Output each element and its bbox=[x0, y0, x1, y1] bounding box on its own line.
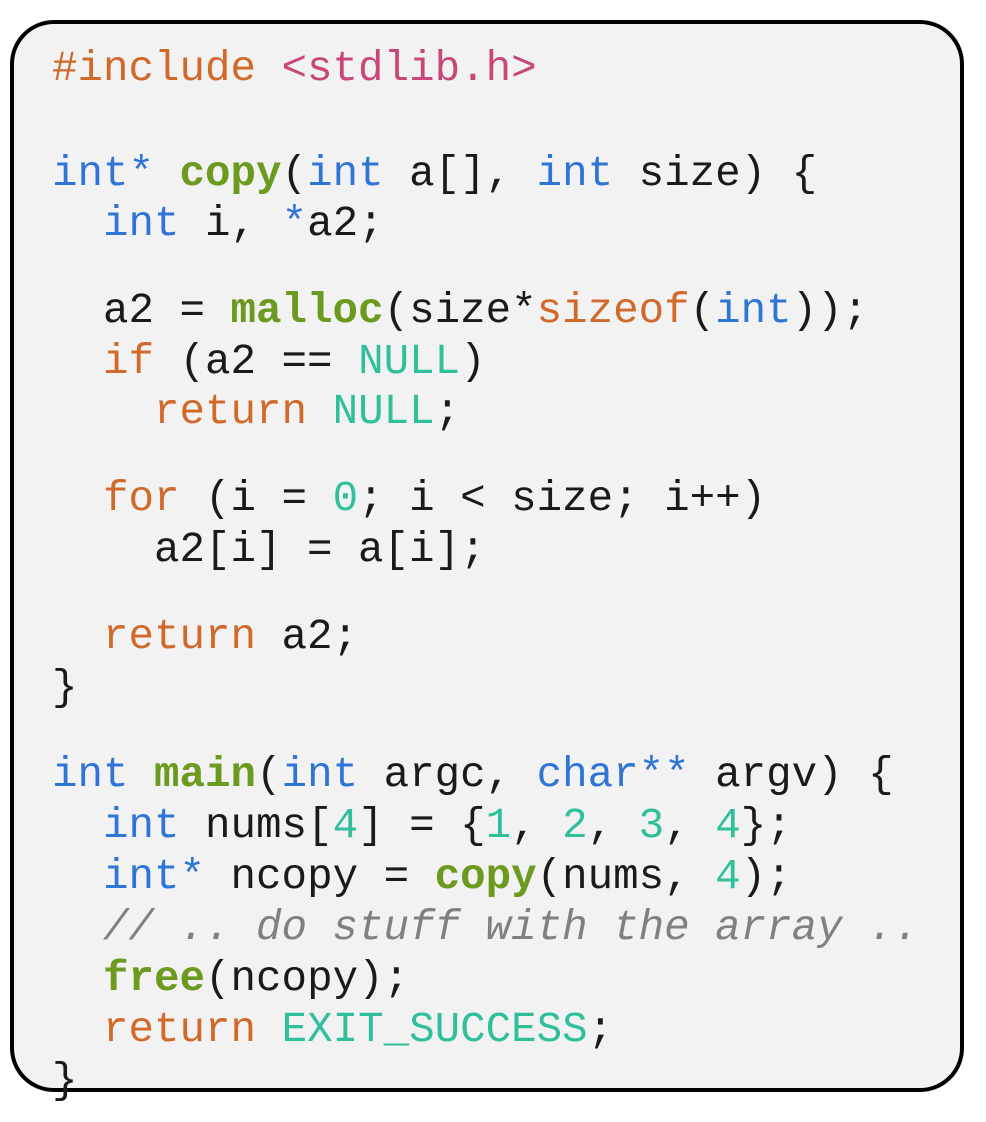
code-token: i, bbox=[179, 200, 282, 248]
code-token: EXIT_SUCCESS bbox=[281, 1006, 588, 1054]
code-token: ( bbox=[281, 150, 308, 198]
code-token: NULL bbox=[332, 388, 435, 436]
code-line: // .. do stuff with the array .. bbox=[52, 903, 919, 953]
code-token: ( bbox=[256, 751, 282, 799]
code-token: ) bbox=[460, 338, 486, 386]
code-token: 4 bbox=[332, 802, 359, 850]
code-token: malloc bbox=[230, 287, 384, 335]
code-panel: #include <stdlib.h> int* copy(int a[], in… bbox=[10, 20, 964, 1105]
code-token: int bbox=[307, 150, 384, 198]
code-token: ( bbox=[689, 287, 716, 335]
code-token: a2; bbox=[307, 200, 384, 248]
code-token: NULL bbox=[358, 338, 461, 386]
code-token: (a2 == bbox=[154, 338, 359, 386]
code-line: } bbox=[52, 1056, 78, 1106]
code-line: return NULL; bbox=[52, 387, 460, 437]
code-token: return bbox=[154, 388, 308, 436]
code-token: size) { bbox=[613, 150, 818, 198]
code-token: int bbox=[103, 200, 180, 248]
code-token: 3 bbox=[638, 802, 665, 850]
code-token: }; bbox=[740, 802, 792, 850]
code-token: // .. do stuff with the array .. bbox=[103, 904, 920, 952]
code-token: <stdlib.h> bbox=[281, 45, 537, 93]
code-token: ; bbox=[587, 1006, 614, 1054]
code-line: a2 = malloc(size*sizeof(int)); bbox=[52, 286, 868, 336]
code-token: a[], bbox=[383, 150, 537, 198]
code-token: return bbox=[103, 1006, 257, 1054]
code-token: free bbox=[103, 955, 206, 1003]
code-token: ; bbox=[434, 388, 461, 436]
code-token: copy bbox=[179, 150, 282, 198]
code-token: 4 bbox=[715, 853, 741, 901]
code-token: )); bbox=[791, 287, 869, 335]
code-token: a2; bbox=[256, 613, 359, 661]
code-token: 1 bbox=[485, 802, 512, 850]
code-token: (nums, bbox=[536, 853, 716, 901]
code-token: (i = bbox=[179, 475, 333, 523]
code-token: , bbox=[587, 802, 639, 850]
code-token: nums[ bbox=[179, 802, 333, 850]
code-token: argc, bbox=[358, 751, 537, 799]
code-token: char** bbox=[536, 751, 690, 799]
code-token: a2 = bbox=[52, 287, 231, 335]
code-token: 0 bbox=[332, 475, 359, 523]
code-token: int bbox=[715, 287, 792, 335]
code-token: (size* bbox=[383, 287, 537, 335]
code-token: 4 bbox=[715, 802, 741, 850]
code-token: argv) { bbox=[689, 751, 894, 799]
code-line: #include <stdlib.h> bbox=[52, 44, 537, 94]
code-line: if (a2 == NULL) bbox=[52, 337, 486, 387]
code-token: int bbox=[103, 802, 180, 850]
code-token: int bbox=[52, 751, 129, 799]
code-line: int i, *a2; bbox=[52, 199, 384, 249]
code-token: } bbox=[52, 664, 78, 712]
code-token: int bbox=[281, 751, 359, 799]
code-line: a2[i] = a[i]; bbox=[52, 525, 486, 575]
code-token: ); bbox=[740, 853, 792, 901]
code-line: int nums[4] = {1, 2, 3, 4}; bbox=[52, 801, 792, 851]
code-token: if bbox=[103, 338, 155, 386]
code-line: int main(int argc, char** argv) { bbox=[52, 750, 894, 800]
code-line: for (i = 0; i < size; i++) bbox=[52, 474, 766, 524]
code-token: int* bbox=[52, 150, 155, 198]
code-line: return EXIT_SUCCESS; bbox=[52, 1005, 613, 1055]
code-token: a2[i] = a[i]; bbox=[52, 526, 486, 574]
code-token: main bbox=[154, 751, 257, 799]
code-token: int bbox=[536, 150, 614, 198]
code-line: } bbox=[52, 663, 78, 713]
code-line: int* ncopy = copy(nums, 4); bbox=[52, 852, 792, 902]
code-token: ; i < size; i++) bbox=[358, 475, 767, 523]
code-token: (ncopy); bbox=[205, 955, 410, 1003]
code-token: return bbox=[103, 613, 257, 661]
code-token: for bbox=[103, 475, 180, 523]
code-line: free(ncopy); bbox=[52, 954, 409, 1004]
code-line: int* copy(int a[], int size) { bbox=[52, 149, 817, 199]
code-token: , bbox=[511, 802, 563, 850]
code-token: , bbox=[664, 802, 716, 850]
code-token: int* bbox=[103, 853, 206, 901]
code-token: ncopy = bbox=[205, 853, 435, 901]
code-line: return a2; bbox=[52, 612, 358, 662]
code-token: sizeof bbox=[536, 287, 690, 335]
code-token: copy bbox=[434, 853, 537, 901]
code-token: 2 bbox=[562, 802, 588, 850]
code-token: ] = { bbox=[358, 802, 486, 850]
code-token: #include bbox=[52, 45, 282, 93]
code-token: * bbox=[281, 200, 308, 248]
code-token: } bbox=[52, 1057, 78, 1105]
